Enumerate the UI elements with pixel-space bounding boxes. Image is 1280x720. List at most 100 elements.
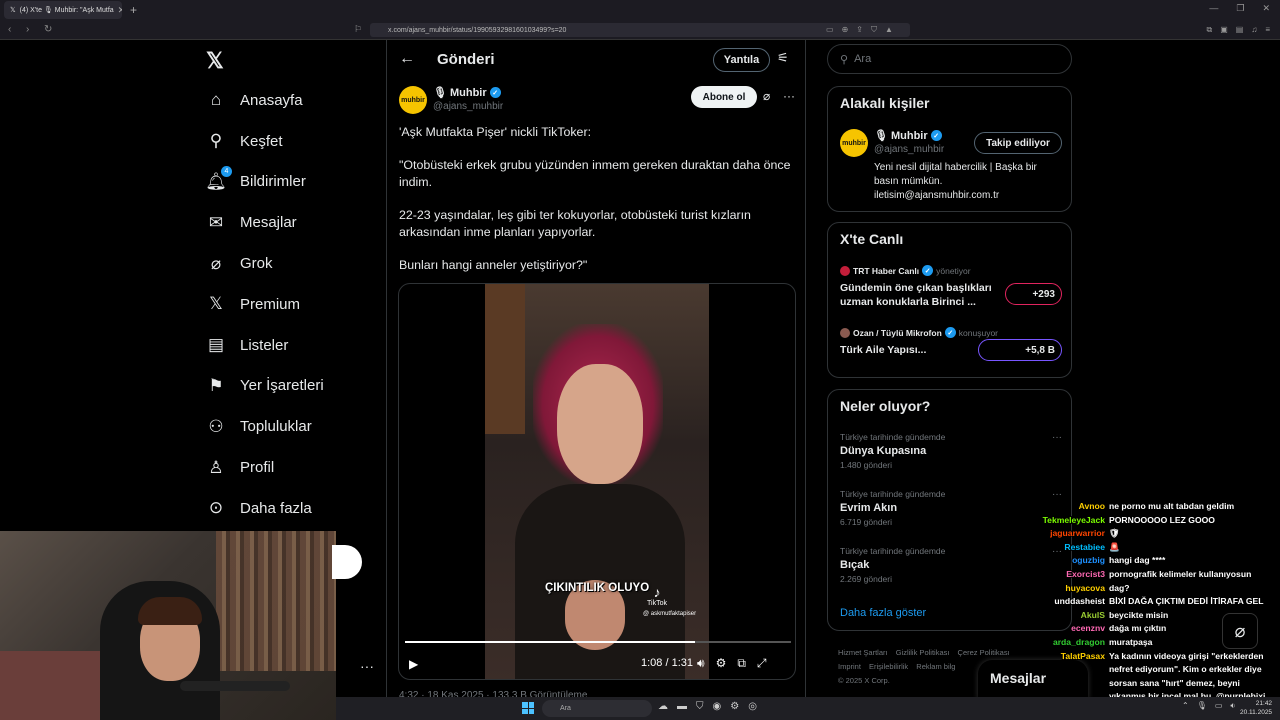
trend-more-icon[interactable]: ··· [1052,432,1062,443]
grok-floating-button[interactable]: ⌀ [1222,613,1258,649]
taskbar-clock[interactable]: 21:42 20.11.2025 [1240,699,1272,717]
post-more-icon[interactable]: ··· [783,89,795,103]
footer-link[interactable]: Reklam bilg [916,662,955,671]
chat-username[interactable]: Exorcist3 [1030,568,1105,582]
taskbar-search[interactable]: Ara [542,700,652,717]
account-more-icon[interactable]: ··· [360,658,374,674]
new-tab-icon[interactable]: + [130,3,137,17]
trend-item[interactable]: Türkiye tarihinde gündemde Dünya Kupasın… [840,432,1062,470]
chat-username[interactable]: unddasheist [1030,595,1105,609]
browser-tab[interactable]: 𝕏 (4) X'te 🎙 Muhbir: "Aşk Mutfa ✕ [4,1,122,19]
related-avatar[interactable]: muhbir [840,129,868,157]
nav-item-notifications[interactable]: 🔔︎ 4 Bildirimler [205,162,324,203]
chat-username[interactable]: ecenznv [1030,622,1105,636]
network-icon[interactable]: ▭ [1215,701,1223,711]
chat-username[interactable]: TalatPasax [1030,650,1105,704]
file-explorer-icon[interactable]: ▬ [677,701,687,712]
nav-item-explore[interactable]: ⚲ Keşfet [206,121,324,162]
following-button[interactable]: Takip ediliyor [974,132,1062,154]
minimize-icon[interactable]: — [1209,3,1218,14]
chat-message: huyacova dag? [1030,582,1270,596]
nav-item-messages[interactable]: ✉ Mesajlar [206,202,324,243]
alert-icon[interactable]: ▲ [885,25,893,35]
speaker-icon[interactable]: 🔉︎ [1230,701,1235,711]
chat-username[interactable]: TekmeleyeJack [1030,514,1105,528]
reply-button[interactable]: Yantıla [713,48,770,72]
pip-icon[interactable]: ⧉ [737,656,746,671]
nav-item-communities[interactable]: ⚇ Topluluklar [206,406,324,447]
grok-icon[interactable]: ⌀ [763,89,770,103]
windows-start-icon[interactable] [522,702,534,714]
nav-item-premium[interactable]: 𝕏 Premium [206,284,324,325]
tray-chevron-icon[interactable]: ⌃ [1182,701,1189,711]
subscribe-button[interactable]: Abone ol [691,86,757,108]
trend-name: Dünya Kupasına [840,445,927,457]
chat-username[interactable]: Restabiee [1030,541,1105,555]
shield-icon[interactable]: ⛉ [871,25,877,35]
back-nav-icon[interactable]: ‹ [8,24,18,35]
video-progress-bar[interactable] [405,641,791,643]
volume-icon[interactable]: 🔊︎ [697,656,705,671]
settings-gear-icon[interactable]: ⚙ [716,656,727,671]
nav-item-profile[interactable]: ♙ Profil [206,447,324,488]
footer-link[interactable]: Imprint [838,662,861,671]
author-handle[interactable]: @ajans_muhbir [433,101,503,112]
close-tab-icon[interactable]: ✕ [118,5,122,16]
mic-tray-icon[interactable]: 🎙︎ [1197,701,1207,711]
trend-more-icon[interactable]: ··· [1052,489,1062,500]
back-arrow-icon[interactable]: ← [399,50,415,68]
post-text: 'Aşk Mutfakta Pişer' nickli TikToker: "O… [399,124,795,290]
search-input[interactable]: ⚲ Ara [827,44,1072,74]
wallet-icon[interactable]: ▣ [1220,25,1228,35]
discord-icon[interactable]: ◉ [713,701,722,712]
related-handle[interactable]: @ajans_muhbir [874,144,944,155]
music-icon[interactable]: ♫ [1251,25,1257,35]
nav-item-home[interactable]: ⌂ Anasayfa [206,80,324,121]
cast-icon[interactable]: ▭ [826,25,834,35]
chat-username[interactable]: AkulS [1030,609,1105,623]
x-logo-icon[interactable]: 𝕏 [206,48,230,73]
obs-icon[interactable]: ◎ [748,701,757,712]
share-icon[interactable]: ⇪ [856,25,863,35]
play-icon[interactable]: ▶ [409,657,418,671]
restore-icon[interactable]: ❐ [1236,3,1244,14]
close-window-icon[interactable]: ✕ [1262,3,1270,14]
zoom-icon[interactable]: ⊕ [842,25,849,35]
chat-username[interactable]: oguzbig [1030,554,1105,568]
steam-icon[interactable]: ⚙ [730,701,739,712]
chat-username[interactable]: Avnoo [1030,500,1105,514]
footer-link[interactable]: Erişilebilirlik [869,662,908,671]
widgets-icon[interactable]: ☁ [658,701,668,712]
video-player[interactable]: ÇIKINTILIK OLUYO ♪ TikTok @ askmutfaktap… [398,283,796,680]
footer-link[interactable]: Çerez Politikası [958,648,1010,657]
sidebar-icon[interactable]: ▤ [1236,25,1244,35]
forward-nav-icon[interactable]: › [26,24,36,35]
trend-item[interactable]: Türkiye tarihinde gündemde Evrim Akın 6.… [840,489,1062,527]
nav-item-grok[interactable]: ⌀ Grok [206,243,324,284]
fullscreen-icon[interactable]: ⤢ [757,656,767,671]
reload-icon[interactable]: ↻ [44,24,54,35]
author-name[interactable]: 🎙︎ Muhbir ✓ [433,86,501,99]
trend-item[interactable]: Türkiye tarihinde gündemde Bıçak 2.269 g… [840,546,1062,584]
footer-link[interactable]: Gizlilik Politikası [896,648,950,657]
live-item[interactable]: Ozan / Tüylü Mikrofon ✓ konuşuyor Türk A… [840,327,1062,361]
brave-browser-icon[interactable]: ⛉ [696,701,704,712]
menu-icon[interactable]: ≡ [1265,25,1270,35]
related-name-text: Muhbir [890,129,928,142]
post-button-partial[interactable] [332,545,362,579]
bookmark-page-icon[interactable]: ⚐ [354,24,362,35]
footer-link[interactable]: Hizmet Şartları [838,648,888,657]
chat-username[interactable]: jaguarwarrior [1030,527,1105,541]
extensions-icon[interactable]: ⧉ [1206,25,1212,35]
nav-item-bookmarks[interactable]: ⚑ Yer İşaretleri [206,366,323,407]
sliders-icon[interactable]: ⚟ [777,50,789,66]
nav-item-lists[interactable]: ▤ Listeler [206,325,324,366]
live-item[interactable]: TRT Haber Canlı ✓ yönetiyor Gündemin öne… [840,265,1062,309]
chat-text: beycikte misin [1109,609,1169,620]
author-avatar[interactable]: muhbir [399,86,427,114]
nav-item-more[interactable]: ⊙ Daha fazla [206,488,324,529]
related-name[interactable]: 🎙︎ Muhbir ✓ [874,129,942,142]
chat-username[interactable]: huyacova [1030,582,1105,596]
chat-username[interactable]: arda_dragon [1030,636,1105,650]
show-more-link[interactable]: Daha fazla göster [840,607,926,619]
